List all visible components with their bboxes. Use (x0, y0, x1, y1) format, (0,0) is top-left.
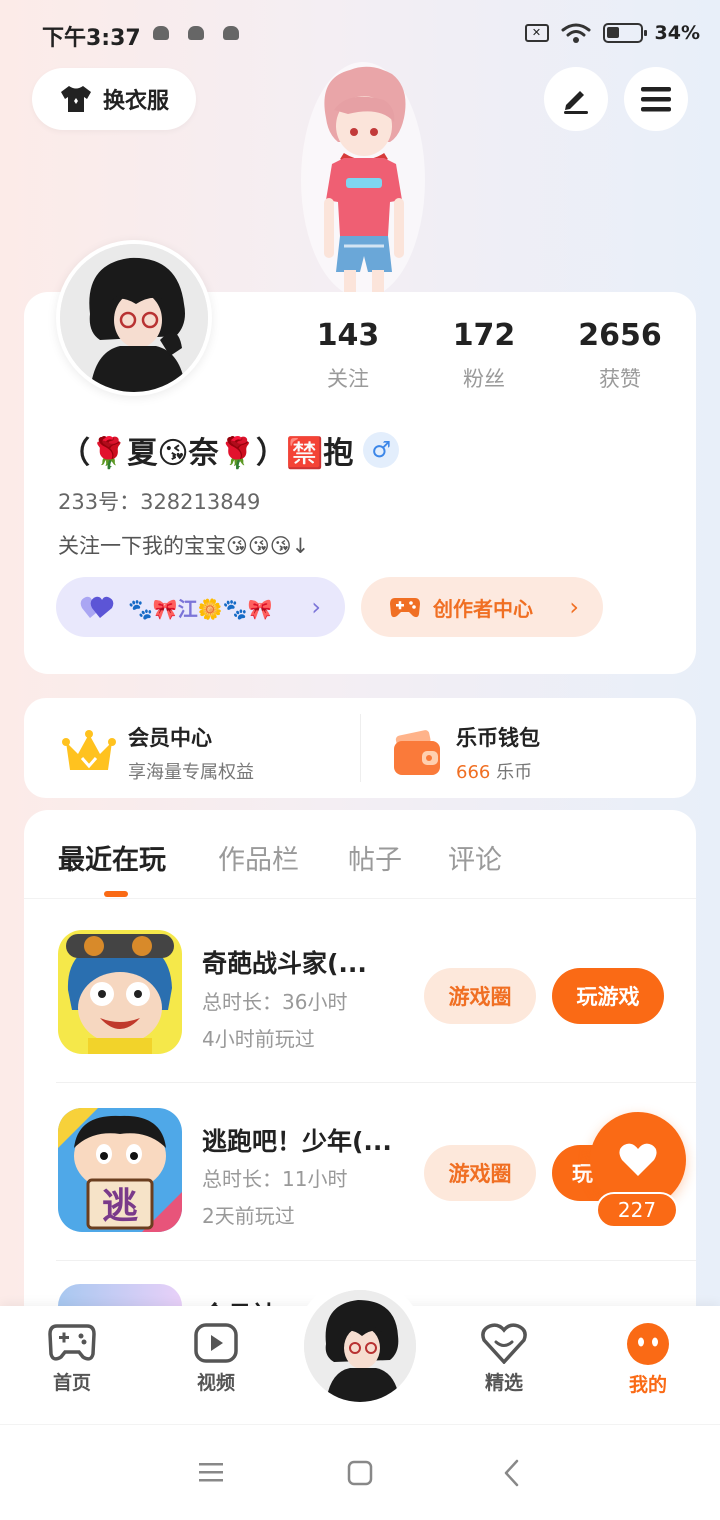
change-outfit-label: 换衣服 (102, 89, 169, 114)
game-circle-button[interactable]: 游戏圈 (424, 968, 536, 1024)
status-time: 下午3:37 (42, 26, 141, 51)
game-last-played: 2天前玩过 (202, 1204, 295, 1228)
followers-stat[interactable]: 172 粉丝 (414, 318, 554, 393)
wallet-entry[interactable]: 乐币钱包 666 乐币 (392, 722, 540, 784)
likes-count: 2656 (578, 318, 662, 353)
system-nav-bar (0, 1424, 720, 1520)
wallet-amount: 666 (456, 762, 491, 783)
gamepad-nav-icon (48, 1324, 96, 1361)
nav-video-label: 视频 (196, 1372, 235, 1394)
game-title[interactable]: 奇葩战斗家(... (202, 944, 367, 980)
likes-stat[interactable]: 2656 获赞 (550, 318, 690, 393)
heart-diamond-nav-icon (481, 1323, 527, 1364)
user-id: 233号：328213849 (58, 490, 261, 514)
home-system-icon[interactable] (347, 1460, 373, 1486)
wallet-icon (394, 730, 440, 775)
pen-icon (564, 91, 588, 114)
escape-game-art: 逃 (58, 1108, 182, 1232)
video-nav-icon (194, 1323, 238, 1363)
nav-video[interactable]: 视频 (161, 1322, 271, 1395)
character-illustration (301, 62, 425, 298)
followers-label: 粉丝 (463, 367, 505, 391)
play-game-button[interactable]: 玩游戏 (552, 968, 664, 1024)
nav-featured-label: 精选 (484, 1372, 523, 1394)
wallet-unit: 乐币 (490, 762, 533, 783)
game-playtime: 总时长：36小时 (202, 990, 348, 1014)
fan-group-label: 🐾🎀江🌼🐾🎀 (128, 596, 273, 621)
row-divider (56, 1260, 696, 1261)
wifi-icon (561, 23, 591, 43)
user-bio: 关注一下我的宝宝😘😘😘↓ (58, 534, 310, 558)
notification-icon (188, 26, 204, 40)
likes-label: 获赞 (599, 367, 641, 391)
following-count: 143 (316, 318, 380, 353)
gamepad-icon (390, 598, 420, 618)
notification-icon (153, 26, 169, 40)
edit-button[interactable] (544, 67, 608, 131)
member-center-entry[interactable]: 会员中心 享海量专属权益 (62, 722, 254, 784)
member-center-title: 会员中心 (128, 726, 212, 750)
tab-works[interactable]: 作品栏 (218, 838, 299, 877)
following-label: 关注 (327, 367, 369, 391)
nav-mine[interactable]: 我的 (593, 1322, 703, 1397)
no-sim-icon: ✕ (524, 24, 549, 42)
wallet-title: 乐币钱包 (456, 726, 540, 750)
menu-icon (641, 87, 671, 112)
user-avatar[interactable] (56, 240, 212, 396)
status-indicators: ✕ 34% (524, 22, 700, 44)
change-outfit-button[interactable]: 换衣服 (32, 68, 196, 130)
center-avatar-illustration (304, 1290, 416, 1402)
like-count-badge: 227 (596, 1192, 678, 1228)
male-gender-icon: ♂ (363, 432, 400, 468)
wallet-balance: 666 乐币 (456, 758, 540, 784)
card-divider (360, 714, 361, 782)
followers-count: 172 (452, 318, 516, 353)
escape-icon-text: 逃 (102, 1186, 138, 1227)
active-tab-indicator (104, 891, 128, 897)
tab-recent-played[interactable]: 最近在玩 (58, 838, 166, 877)
notification-icon (223, 26, 239, 40)
tab-posts[interactable]: 帖子 (348, 838, 402, 877)
nav-mine-label: 我的 (628, 1374, 667, 1396)
menu-button[interactable] (624, 67, 688, 131)
user-nickname: （🌹夏😘奈🌹）🈲抱 ♂ (60, 428, 400, 472)
fighter-game-art (58, 930, 182, 1054)
tab-comments[interactable]: 评论 (448, 838, 502, 877)
nickname-text: （🌹夏😘奈🌹）🈲抱 (60, 436, 354, 471)
avatar-character[interactable] (288, 60, 438, 298)
nav-home-label: 首页 (52, 1372, 91, 1394)
creator-center-button[interactable]: 创作者中心 › (361, 577, 603, 637)
game-icon-escape[interactable]: 逃 (58, 1108, 182, 1232)
nav-avatar-center[interactable] (304, 1290, 416, 1402)
game-icon-fighter[interactable] (58, 930, 182, 1054)
nav-featured[interactable]: 精选 (449, 1322, 559, 1395)
creator-center-label: 创作者中心 (433, 596, 533, 621)
shirt-icon (60, 86, 91, 112)
crown-icon (62, 730, 116, 770)
member-center-subtitle: 享海量专属权益 (128, 762, 254, 783)
game-last-played: 4小时前玩过 (202, 1027, 315, 1051)
profile-face-nav-icon (627, 1323, 669, 1365)
recent-apps-icon[interactable] (198, 1461, 224, 1483)
battery-percent: 34% (654, 22, 700, 44)
heart-icon (619, 1143, 657, 1176)
chevron-right-icon: › (311, 593, 321, 621)
following-stat[interactable]: 143 关注 (278, 318, 418, 393)
battery-icon (602, 23, 647, 43)
chevron-right-icon: › (569, 593, 579, 621)
game-icon-partial[interactable] (58, 1284, 182, 1306)
double-heart-icon (80, 596, 114, 618)
fan-group-button[interactable]: 🐾🎀江🌼🐾🎀 › (56, 577, 345, 637)
tab-divider (24, 898, 696, 899)
game-title[interactable]: 逃跑吧！少年(... (202, 1122, 392, 1158)
nav-home[interactable]: 首页 (17, 1322, 127, 1395)
avatar-illustration (60, 244, 208, 392)
back-icon[interactable] (502, 1459, 520, 1487)
game-circle-button[interactable]: 游戏圈 (424, 1145, 536, 1201)
row-divider (56, 1082, 696, 1083)
game-playtime: 总时长：11小时 (202, 1167, 348, 1191)
